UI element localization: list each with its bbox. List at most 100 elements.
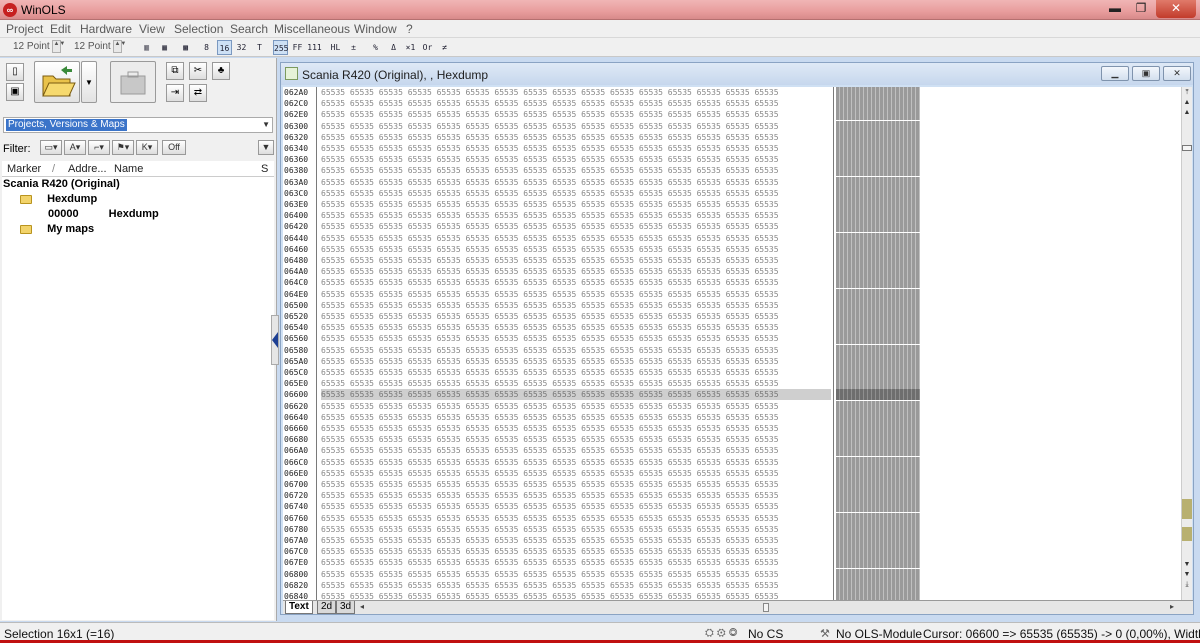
ascii-row[interactable]: [836, 468, 920, 479]
scroll-left-icon[interactable]: ◂: [360, 602, 364, 611]
hex-row[interactable]: 65535 65535 65535 65535 65535 65535 6553…: [321, 479, 831, 490]
tools-icon[interactable]: ✂: [189, 62, 207, 80]
vertical-scrollbar[interactable]: ⤒ ▲ ▲ ▼ ▼ ⤓: [1181, 87, 1192, 600]
ascii-row[interactable]: [836, 143, 920, 154]
hex-row[interactable]: 65535 65535 65535 65535 65535 65535 6553…: [321, 87, 831, 98]
ascii-row[interactable]: [836, 233, 920, 244]
filter-range-button[interactable]: ⌐▾: [88, 140, 110, 155]
hex-row[interactable]: 65535 65535 65535 65535 65535 65535 6553…: [321, 591, 831, 600]
tree-project-item[interactable]: Scania R420 (Original): [3, 178, 120, 190]
ascii-row[interactable]: [836, 188, 920, 199]
network-icon[interactable]: ♣: [212, 62, 230, 80]
decimal-255-icon[interactable]: 255: [273, 40, 288, 55]
tree-folder-hexdump[interactable]: Hexdump: [20, 193, 97, 205]
hex-row[interactable]: 65535 65535 65535 65535 65535 65535 6553…: [321, 322, 831, 333]
ascii-row[interactable]: [836, 177, 920, 188]
selected-hex-row[interactable]: 65535 65535 65535 65535 65535 65535 6553…: [321, 389, 831, 400]
tab-2d[interactable]: 2d: [317, 601, 337, 614]
hex-row[interactable]: 65535 65535 65535 65535 65535 65535 6553…: [321, 277, 831, 288]
ascii-row[interactable]: [836, 445, 920, 456]
tab-text[interactable]: Text: [285, 601, 313, 614]
column-name[interactable]: Name: [114, 163, 143, 175]
binary-icon[interactable]: 111: [307, 40, 322, 55]
hex-row[interactable]: 65535 65535 65535 65535 65535 65535 6553…: [321, 165, 831, 176]
hex-row[interactable]: 65535 65535 65535 65535 65535 65535 6553…: [321, 535, 831, 546]
new-project-icon[interactable]: ▯: [6, 63, 24, 81]
filter-type-button[interactable]: ▭▾: [40, 140, 62, 155]
ascii-row[interactable]: [836, 277, 920, 288]
factor-icon[interactable]: ×1: [403, 40, 418, 55]
filter-text-button[interactable]: A▾: [64, 140, 86, 155]
page-down-icon[interactable]: ▼: [1183, 560, 1191, 569]
child-restore-button[interactable]: ▣: [1132, 66, 1160, 81]
spin-arrows-icon[interactable]: ▲▼: [113, 40, 126, 53]
spin-arrows-icon[interactable]: ▲▼: [52, 40, 65, 53]
menu-search[interactable]: Search: [230, 22, 268, 36]
ascii-row[interactable]: [836, 266, 920, 277]
close-button[interactable]: ✕: [1156, 0, 1196, 18]
hex-row[interactable]: 65535 65535 65535 65535 65535 65535 6553…: [321, 233, 831, 244]
window-new-icon[interactable]: ⧉: [166, 62, 184, 80]
hex-row[interactable]: 65535 65535 65535 65535 65535 65535 6553…: [321, 244, 831, 255]
ascii-row[interactable]: [836, 524, 920, 535]
ascii-row[interactable]: [836, 98, 920, 109]
hex-row[interactable]: 65535 65535 65535 65535 65535 65535 6553…: [321, 445, 831, 456]
hex-row[interactable]: 65535 65535 65535 65535 65535 65535 6553…: [321, 300, 831, 311]
page-up-icon[interactable]: ▲: [1183, 108, 1191, 117]
hex-row[interactable]: 65535 65535 65535 65535 65535 65535 6553…: [321, 132, 831, 143]
compare-icon[interactable]: ≠: [437, 40, 452, 55]
scroll-down-icon[interactable]: ▼: [1183, 570, 1191, 579]
hex-view[interactable]: 062A0 062C0 062E0 06300 06320 06340 06360 06380…: [283, 87, 1181, 600]
hex-row[interactable]: 65535 65535 65535 65535 65535 65535 6553…: [321, 98, 831, 109]
ascii-row[interactable]: [836, 501, 920, 512]
hex-row[interactable]: 65535 65535 65535 65535 65535 65535 6553…: [321, 109, 831, 120]
ascii-column[interactable]: [836, 87, 922, 600]
ascii-row[interactable]: [836, 154, 920, 165]
filter-flag-button[interactable]: ⚑▾: [112, 140, 134, 155]
export-icon[interactable]: ⇥: [166, 84, 184, 102]
hex-row[interactable]: 65535 65535 65535 65535 65535 65535 6553…: [321, 557, 831, 568]
ascii-row[interactable]: [836, 165, 920, 176]
horizontal-scroll-thumb[interactable]: [763, 603, 769, 612]
columns-wide-icon[interactable]: ▦: [157, 40, 172, 55]
ascii-row[interactable]: [836, 591, 920, 600]
hex-row[interactable]: 65535 65535 65535 65535 65535 65535 6553…: [321, 378, 831, 389]
ascii-row[interactable]: [836, 311, 920, 322]
width-8-icon[interactable]: 8: [199, 40, 214, 55]
filter-off-button[interactable]: Off: [162, 140, 186, 155]
hex-row[interactable]: 65535 65535 65535 65535 65535 65535 6553…: [321, 569, 831, 580]
open-dropdown-button[interactable]: ▼: [81, 61, 97, 103]
hex-row[interactable]: 65535 65535 65535 65535 65535 65535 6553…: [321, 490, 831, 501]
scroll-up-icon[interactable]: ▲: [1183, 98, 1191, 107]
panel-collapse-handle[interactable]: [271, 315, 279, 365]
ascii-row[interactable]: [836, 457, 920, 468]
ascii-row[interactable]: [836, 356, 920, 367]
column-extra[interactable]: S: [261, 163, 268, 175]
ascii-row[interactable]: [836, 289, 920, 300]
ascii-row[interactable]: [836, 569, 920, 580]
filter-menu-button[interactable]: ▼: [258, 140, 274, 155]
ascii-row[interactable]: [836, 345, 920, 356]
menu-miscellaneous[interactable]: Miscellaneous: [274, 22, 350, 36]
hex-row[interactable]: 65535 65535 65535 65535 65535 65535 6553…: [321, 367, 831, 378]
maximize-button[interactable]: ❐: [1128, 0, 1154, 18]
column-marker[interactable]: Marker: [7, 163, 41, 175]
font-size-spinner-2[interactable]: 12 Point ▲▼: [74, 40, 126, 55]
hex-row[interactable]: 65535 65535 65535 65535 65535 65535 6553…: [321, 345, 831, 356]
ascii-row[interactable]: [836, 546, 920, 557]
ascii-row[interactable]: [836, 300, 920, 311]
hex-row[interactable]: 65535 65535 65535 65535 65535 65535 6553…: [321, 221, 831, 232]
transfer-icon[interactable]: ⇄: [189, 84, 207, 102]
vertical-scroll-thumb[interactable]: [1182, 145, 1192, 151]
value-column[interactable]: 65535 65535 65535 65535 65535 65535 6553…: [321, 87, 831, 600]
column-address[interactable]: Addre...: [68, 163, 107, 175]
hex-row[interactable]: 65535 65535 65535 65535 65535 65535 6553…: [321, 546, 831, 557]
menu-window[interactable]: Window: [354, 22, 397, 36]
ascii-row[interactable]: [836, 132, 920, 143]
hex-row[interactable]: 65535 65535 65535 65535 65535 65535 6553…: [321, 199, 831, 210]
child-close-button[interactable]: ✕: [1163, 66, 1191, 81]
open-project-button[interactable]: [34, 61, 80, 103]
hex-row[interactable]: 65535 65535 65535 65535 65535 65535 6553…: [321, 121, 831, 132]
menu-hardware[interactable]: Hardware: [80, 22, 132, 36]
hex-row[interactable]: 65535 65535 65535 65535 65535 65535 6553…: [321, 210, 831, 221]
